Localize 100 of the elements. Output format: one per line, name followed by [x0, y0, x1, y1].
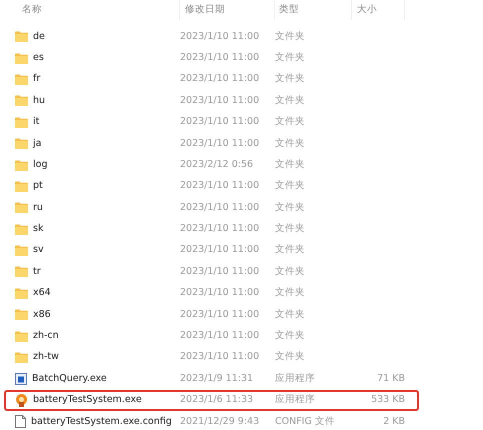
file-name: hu [33, 94, 46, 108]
column-header[interactable]: 类型 [279, 2, 299, 18]
file-row[interactable]: pt 2023/1/10 11:00 文件夹 [4, 176, 419, 198]
file-name: de [33, 30, 45, 44]
modified-date: 2023/1/6 11:33 [180, 393, 254, 408]
app-icon [15, 394, 28, 407]
file-type: 文件夹 [275, 179, 306, 194]
file-row[interactable]: sk 2023/1/10 11:00 文件夹 [4, 218, 419, 240]
file-row[interactable]: de 2023/1/10 11:00 文件夹 [4, 26, 419, 48]
file-name: sk [33, 222, 44, 236]
modified-date: 2023/1/10 11:00 [180, 136, 260, 151]
file-type: 文件夹 [275, 243, 306, 258]
modified-date: 2023/1/10 11:00 [180, 308, 260, 322]
folder-icon [15, 116, 28, 128]
folder-icon [15, 352, 28, 364]
file-name: batteryTestSystem.exe.config [31, 414, 172, 429]
file-type: 文件夹 [275, 115, 306, 130]
modified-date: 2023/1/10 11:00 [180, 350, 260, 364]
file-type: 文件夹 [275, 158, 306, 172]
file-type: 文件夹 [275, 286, 306, 300]
modified-date: 2023/1/10 11:00 [180, 30, 260, 44]
modified-date: 2023/1/10 11:00 [180, 50, 260, 65]
file-name: sv [33, 243, 44, 258]
file-type: 文件夹 [275, 30, 306, 44]
file-row[interactable]: batteryTestSystem.exe.config 2021/12/29 9:43 CONFIG 文件 2 KB [4, 411, 419, 430]
modified-date: 2023/1/10 11:00 [180, 115, 260, 130]
file-name: tr [33, 264, 41, 279]
file-row[interactable]: it 2023/1/10 11:00 文件夹 [4, 112, 419, 133]
file-type: 文件夹 [275, 50, 306, 65]
folder-icon [15, 31, 28, 42]
file-row[interactable]: zh-cn 2023/1/10 11:00 文件夹 [4, 325, 419, 347]
file-size: 2 KB [383, 414, 405, 429]
file-name: zh-cn [33, 329, 59, 344]
file-type: 应用程序 [275, 393, 316, 408]
file-row[interactable]: x64 2023/1/10 11:00 文件夹 [4, 282, 419, 304]
folder-icon [15, 288, 28, 299]
modified-date: 2023/1/10 11:00 [180, 179, 260, 194]
folder-icon [15, 180, 28, 192]
modified-date: 2023/1/10 11:00 [180, 286, 260, 300]
file-size: 71 KB [377, 372, 405, 386]
modified-date: 2023/1/10 11:00 [180, 264, 260, 279]
file-type: 文件夹 [275, 200, 306, 215]
folder-icon [15, 52, 28, 64]
column-header[interactable]: 修改日期 [185, 2, 225, 18]
file-row[interactable]: ru 2023/1/10 11:00 文件夹 [4, 197, 419, 219]
file-row[interactable]: fr 2023/1/10 11:00 文件夹 [4, 68, 419, 90]
file-type: 文件夹 [275, 72, 306, 86]
column-header[interactable]: 大小 [357, 2, 377, 18]
file-name: batteryTestSystem.exe [33, 393, 142, 408]
folder-icon [15, 160, 28, 171]
modified-date: 2023/1/10 11:00 [180, 222, 260, 236]
file-row[interactable]: log 2023/2/12 0:56 文件夹 [4, 154, 419, 176]
file-type: 文件夹 [275, 329, 306, 344]
folder-icon [15, 138, 28, 150]
folder-icon [15, 74, 28, 85]
file-name: x86 [33, 308, 51, 322]
file-name: x64 [33, 286, 51, 300]
file-type: 文件夹 [275, 222, 306, 236]
file-row[interactable]: x86 2023/1/10 11:00 文件夹 [4, 304, 419, 326]
folder-icon [15, 95, 28, 106]
file-type: 应用程序 [275, 372, 316, 386]
file-name: ja [33, 136, 42, 151]
file-name: it [33, 115, 40, 130]
file-row[interactable]: hu 2023/1/10 11:00 文件夹 [4, 90, 419, 112]
file-name: BatchQuery.exe [32, 372, 107, 386]
highlighted-file-row[interactable]: batteryTestSystem.exe 2023/1/6 11:33 应用程序 533 KB [4, 390, 419, 412]
folder-icon [15, 202, 28, 214]
modified-date: 2023/1/10 11:00 [180, 94, 260, 108]
modified-date: 2023/1/10 11:00 [180, 243, 260, 258]
file-name: ru [33, 200, 43, 215]
file-name: log [33, 158, 48, 172]
file-size: 533 KB [371, 393, 405, 408]
file-name: es [33, 50, 44, 65]
folder-icon [15, 245, 28, 256]
file-row[interactable]: zh-tw 2023/1/10 11:00 文件夹 [4, 346, 419, 368]
file-name: zh-tw [33, 350, 59, 364]
file-type: 文件夹 [275, 136, 306, 151]
file-row[interactable]: es 2023/1/10 11:00 文件夹 [4, 47, 419, 69]
modified-date: 2023/1/10 11:00 [180, 72, 260, 86]
file-name: pt [33, 179, 43, 194]
modified-date: 2023/1/10 11:00 [180, 200, 260, 215]
modified-date: 2023/1/9 11:31 [180, 372, 254, 386]
file-type: 文件夹 [275, 308, 306, 322]
window-icon [15, 372, 27, 385]
column-header[interactable]: 名称 [22, 2, 42, 18]
file-row[interactable]: sv 2023/1/10 11:00 文件夹 [4, 240, 419, 262]
modified-date: 2021/12/29 9:43 [180, 414, 260, 429]
file-row[interactable]: tr 2023/1/10 11:00 文件夹 [4, 261, 419, 283]
modified-date: 2023/1/10 11:00 [180, 329, 260, 344]
file-type: 文件夹 [275, 350, 306, 364]
file-type: 文件夹 [275, 94, 306, 108]
file-type: CONFIG 文件 [275, 414, 336, 429]
folder-icon [15, 266, 28, 278]
file-name: fr [33, 72, 40, 86]
folder-icon [15, 330, 28, 342]
folder-icon [15, 224, 28, 235]
file-row[interactable]: ja 2023/1/10 11:00 文件夹 [4, 132, 419, 154]
file-type: 文件夹 [275, 264, 306, 279]
file-row[interactable]: BatchQuery.exe 2023/1/9 11:31 应用程序 71 KB [4, 368, 419, 390]
folder-icon [15, 309, 28, 320]
